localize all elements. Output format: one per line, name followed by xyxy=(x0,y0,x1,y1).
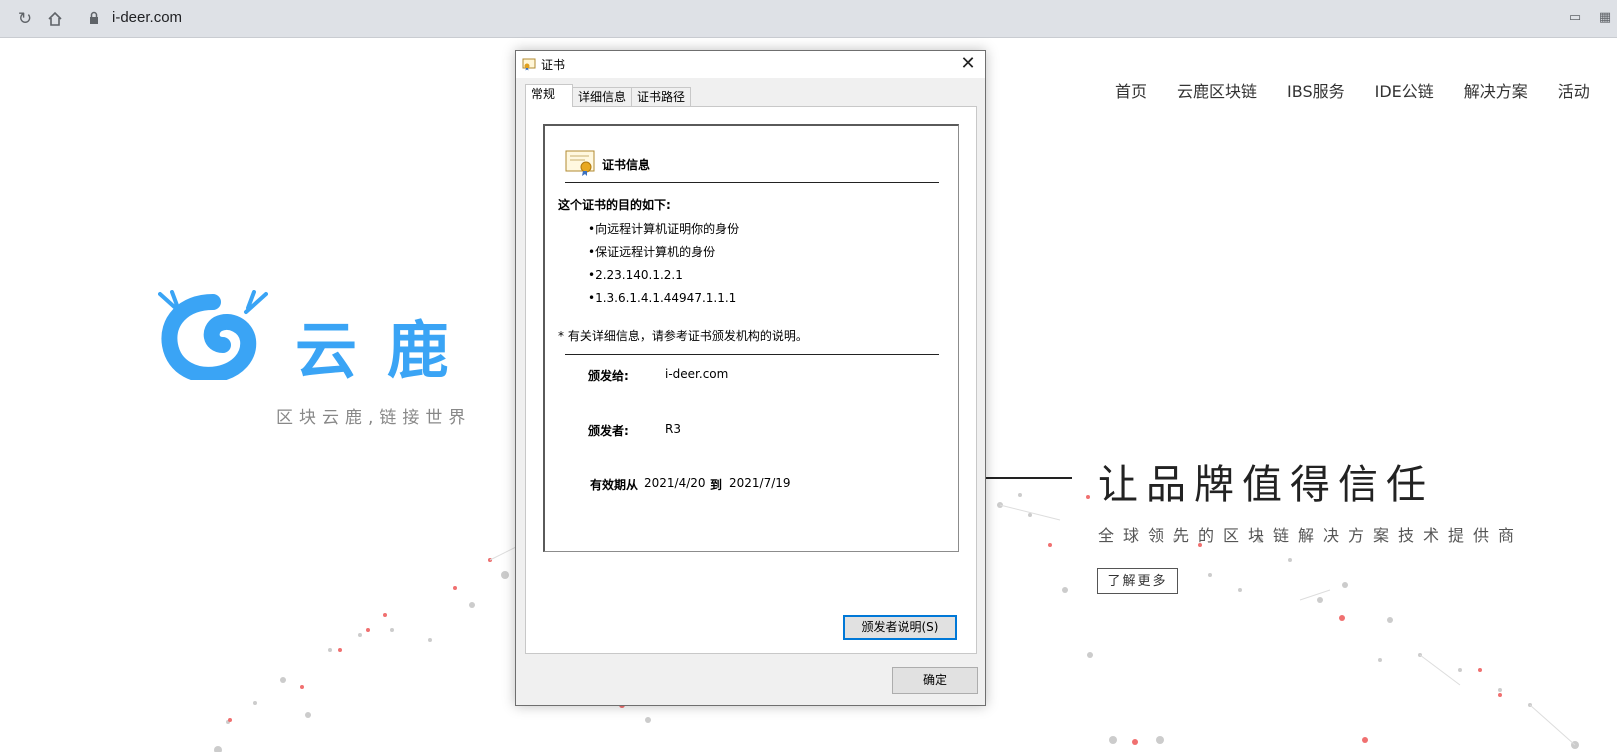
dialog-titlebar[interactable]: 证书 ✕ xyxy=(516,51,985,78)
certificate-info-header: 证书信息 xyxy=(602,158,651,172)
issuer-statement-button[interactable]: 颁发者说明(S) xyxy=(843,615,957,640)
purpose-title: 这个证书的目的如下: xyxy=(558,198,671,212)
logo-text: 云鹿 xyxy=(295,314,480,387)
certificate-icon xyxy=(522,58,536,71)
logo-slogan: 区块云鹿,链接世界 xyxy=(276,408,472,428)
issued-to-label: 颁发给: xyxy=(588,369,629,383)
list-item: 1.3.6.1.4.1.44947.1.1.1 xyxy=(588,290,739,313)
hero-divider xyxy=(980,477,1072,479)
issued-by-value[interactable]: R3 xyxy=(665,422,681,436)
valid-from-value: 2021/4/20 xyxy=(644,476,706,490)
list-item: 2.23.140.1.2.1 xyxy=(588,267,739,290)
site-nav: 首页 云鹿区块链 IBS服务 IDE公链 解决方案 活动 xyxy=(1115,78,1617,102)
issued-to-value[interactable]: i-deer.com xyxy=(665,367,728,381)
hero-title: 让品牌值得信任 xyxy=(1098,462,1434,508)
issued-by-label: 颁发者: xyxy=(588,424,629,438)
general-tab-panel: 证书信息 这个证书的目的如下: 向远程计算机证明你的身份 保证远程计算机的身份 … xyxy=(525,106,977,654)
nav-activities[interactable]: 活动 xyxy=(1558,78,1590,102)
nav-home[interactable]: 首页 xyxy=(1115,78,1147,102)
valid-to-label: 到 xyxy=(710,478,723,492)
separator xyxy=(565,354,939,355)
separator xyxy=(565,182,939,183)
certificate-info-box: 证书信息 这个证书的目的如下: 向远程计算机证明你的身份 保证远程计算机的身份 … xyxy=(543,124,959,552)
list-item: 向远程计算机证明你的身份 xyxy=(588,221,739,244)
purpose-list: 向远程计算机证明你的身份 保证远程计算机的身份 2.23.140.1.2.1 1… xyxy=(588,221,739,313)
tab-details[interactable]: 详细信息 xyxy=(572,87,632,106)
hero-subtitle: 全球领先的区块链解决方案技术提供商 xyxy=(1098,526,1524,545)
valid-from-label: 有效期从 xyxy=(590,478,639,492)
nav-ide[interactable]: IDE公链 xyxy=(1375,78,1434,102)
footnote: * 有关详细信息，请参考证书颁发机构的说明。 xyxy=(558,329,808,343)
tab-certification-path[interactable]: 证书路径 xyxy=(631,87,691,106)
ok-button[interactable]: 确定 xyxy=(892,667,978,694)
close-icon[interactable]: ✕ xyxy=(957,53,979,75)
dialog-title: 证书 xyxy=(541,58,566,72)
certificate-dialog: 证书 ✕ 常规 详细信息 证书路径 证书信息 这个证书的目的如下: 向远程计算机… xyxy=(515,50,986,706)
deer-logo-icon xyxy=(158,290,268,380)
valid-to-value: 2021/7/19 xyxy=(729,476,791,490)
certificate-large-icon xyxy=(565,150,595,176)
nav-solutions[interactable]: 解决方案 xyxy=(1464,78,1528,102)
nav-ibs[interactable]: IBS服务 xyxy=(1287,78,1345,102)
nav-blockchain[interactable]: 云鹿区块链 xyxy=(1177,78,1257,102)
tab-general[interactable]: 常规 xyxy=(525,84,573,107)
list-item: 保证远程计算机的身份 xyxy=(588,244,739,267)
learn-more-button[interactable]: 了解更多 xyxy=(1097,568,1178,594)
